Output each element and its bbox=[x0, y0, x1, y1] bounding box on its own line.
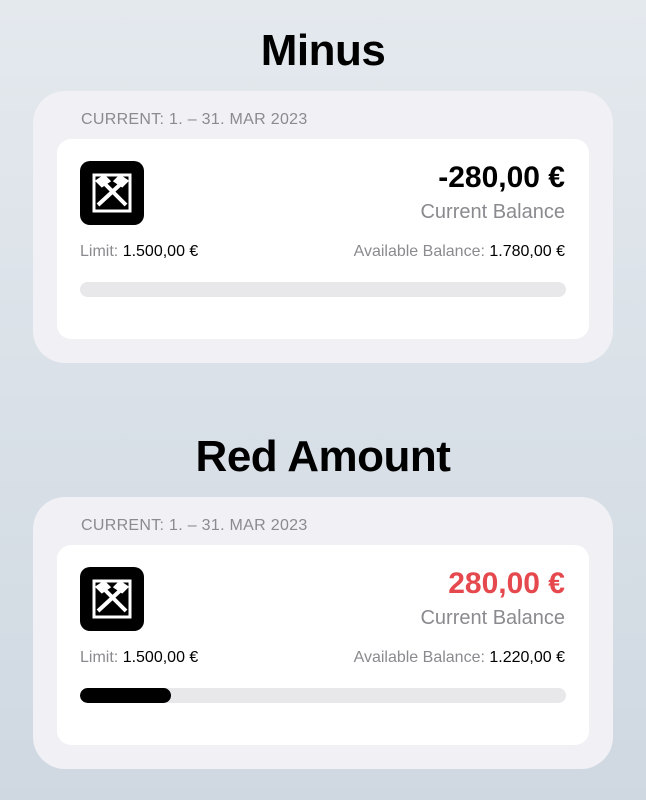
available-balance-label: Available Balance: bbox=[353, 243, 485, 260]
available-balance-info: Available Balance: 1.220,00 € bbox=[354, 649, 565, 667]
limit-info: Limit: 1.500,00 € bbox=[80, 243, 198, 261]
limit-progress-bar bbox=[80, 282, 566, 297]
amount-value: -280,00 € bbox=[438, 161, 565, 194]
current-balance-label: Current Balance bbox=[420, 607, 565, 629]
account-card[interactable]: 280,00 € Current Balance Limit: 1.500,00… bbox=[57, 545, 589, 745]
available-balance-value: 1.780,00 € bbox=[489, 243, 565, 260]
available-balance-label: Available Balance: bbox=[353, 649, 485, 666]
amount-value: 280,00 € bbox=[448, 567, 565, 600]
section-title-minus: Minus bbox=[260, 26, 386, 75]
period-label: CURRENT: 1. – 31. MAR 2023 bbox=[81, 111, 308, 128]
limit-label: Limit: bbox=[80, 649, 119, 666]
bank-logo-icon bbox=[80, 161, 144, 225]
account-card[interactable]: -280,00 € Current Balance Limit: 1.500,0… bbox=[57, 139, 589, 339]
limit-info: Limit: 1.500,00 € bbox=[80, 649, 198, 667]
bank-logo-icon bbox=[80, 567, 144, 631]
widget-minus[interactable]: CURRENT: 1. – 31. MAR 2023 -280,00 € Cur… bbox=[33, 91, 613, 363]
period-label: CURRENT: 1. – 31. MAR 2023 bbox=[81, 517, 308, 534]
limit-progress-bar bbox=[80, 688, 566, 703]
widget-red-amount[interactable]: CURRENT: 1. – 31. MAR 2023 280,00 € Curr… bbox=[33, 497, 613, 769]
limit-value: 1.500,00 € bbox=[122, 243, 199, 260]
limit-value: 1.500,00 € bbox=[122, 649, 199, 666]
available-balance-value: 1.220,00 € bbox=[489, 649, 565, 666]
section-title-red-amount: Red Amount bbox=[195, 432, 451, 481]
available-balance-info: Available Balance: 1.780,00 € bbox=[354, 243, 565, 261]
limit-label: Limit: bbox=[80, 243, 119, 260]
current-balance-label: Current Balance bbox=[420, 201, 565, 223]
limit-progress-fill bbox=[80, 688, 171, 703]
